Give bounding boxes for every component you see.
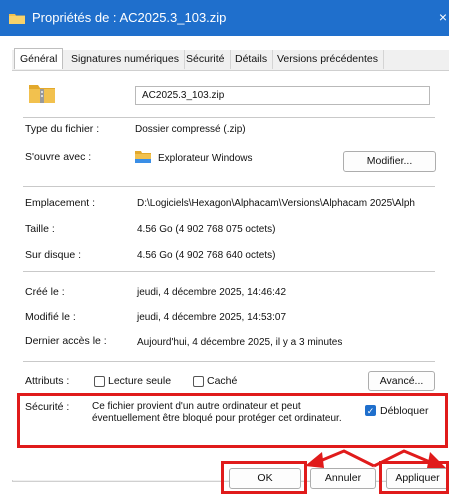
- file-type-value: Dossier compressé (.zip): [135, 124, 246, 135]
- separator: [23, 186, 435, 187]
- accessed-value: Aujourd'hui, 4 décembre 2025, il y a 3 m…: [137, 337, 343, 348]
- attributes-label: Attributs :: [25, 375, 70, 387]
- zip-folder-icon: [29, 85, 55, 103]
- security-highlight-box: [17, 393, 448, 448]
- folder-icon: [135, 151, 151, 163]
- location-label: Emplacement :: [25, 197, 96, 209]
- window-title: Propriétés de : AC2025.3_103.zip: [32, 10, 227, 25]
- close-icon[interactable]: ×: [439, 9, 447, 25]
- tab-previous-versions[interactable]: Versions précédentes: [272, 50, 384, 69]
- accessed-label: Dernier accès le :: [25, 335, 107, 347]
- tab-digital-signatures[interactable]: Signatures numériques: [66, 50, 185, 69]
- size-on-disk-value: 4.56 Go (4 902 768 640 octets): [137, 250, 276, 261]
- size-on-disk-label: Sur disque :: [25, 249, 82, 261]
- modified-label: Modifié le :: [25, 311, 76, 323]
- tab-general[interactable]: Général: [14, 48, 64, 69]
- size-value: 4.56 Go (4 902 768 075 octets): [137, 224, 276, 235]
- file-name-input[interactable]: AC2025.3_103.zip: [135, 86, 430, 105]
- opens-with-value: Explorateur Windows: [158, 153, 253, 164]
- file-type-label: Type du fichier :: [25, 123, 100, 135]
- separator: [23, 361, 435, 362]
- size-label: Taille :: [25, 223, 55, 235]
- apply-highlight-box: [379, 461, 449, 494]
- hidden-label[interactable]: Caché: [207, 375, 237, 387]
- readonly-label[interactable]: Lecture seule: [108, 375, 171, 387]
- advanced-button[interactable]: Avancé...: [368, 371, 435, 391]
- cancel-button[interactable]: Annuler: [310, 468, 376, 489]
- opens-with-label: S'ouvre avec :: [25, 151, 92, 163]
- modified-value: jeudi, 4 décembre 2025, 14:53:07: [137, 312, 286, 323]
- location-value: D:\Logiciels\Hexagon\Alphacam\Versions\A…: [137, 198, 415, 209]
- separator: [23, 271, 435, 272]
- tab-security[interactable]: Sécurité: [181, 50, 231, 69]
- separator: [23, 117, 435, 118]
- folder-icon: [9, 14, 25, 24]
- ok-highlight-box: [221, 461, 307, 494]
- hidden-checkbox[interactable]: [193, 376, 204, 387]
- created-value: jeudi, 4 décembre 2025, 14:46:42: [137, 287, 286, 298]
- modify-button[interactable]: Modifier...: [343, 151, 436, 172]
- tab-details[interactable]: Détails: [230, 50, 274, 69]
- title-bar: Propriétés de : AC2025.3_103.zip ×: [0, 0, 449, 36]
- created-label: Créé le :: [25, 286, 65, 298]
- readonly-checkbox[interactable]: [94, 376, 105, 387]
